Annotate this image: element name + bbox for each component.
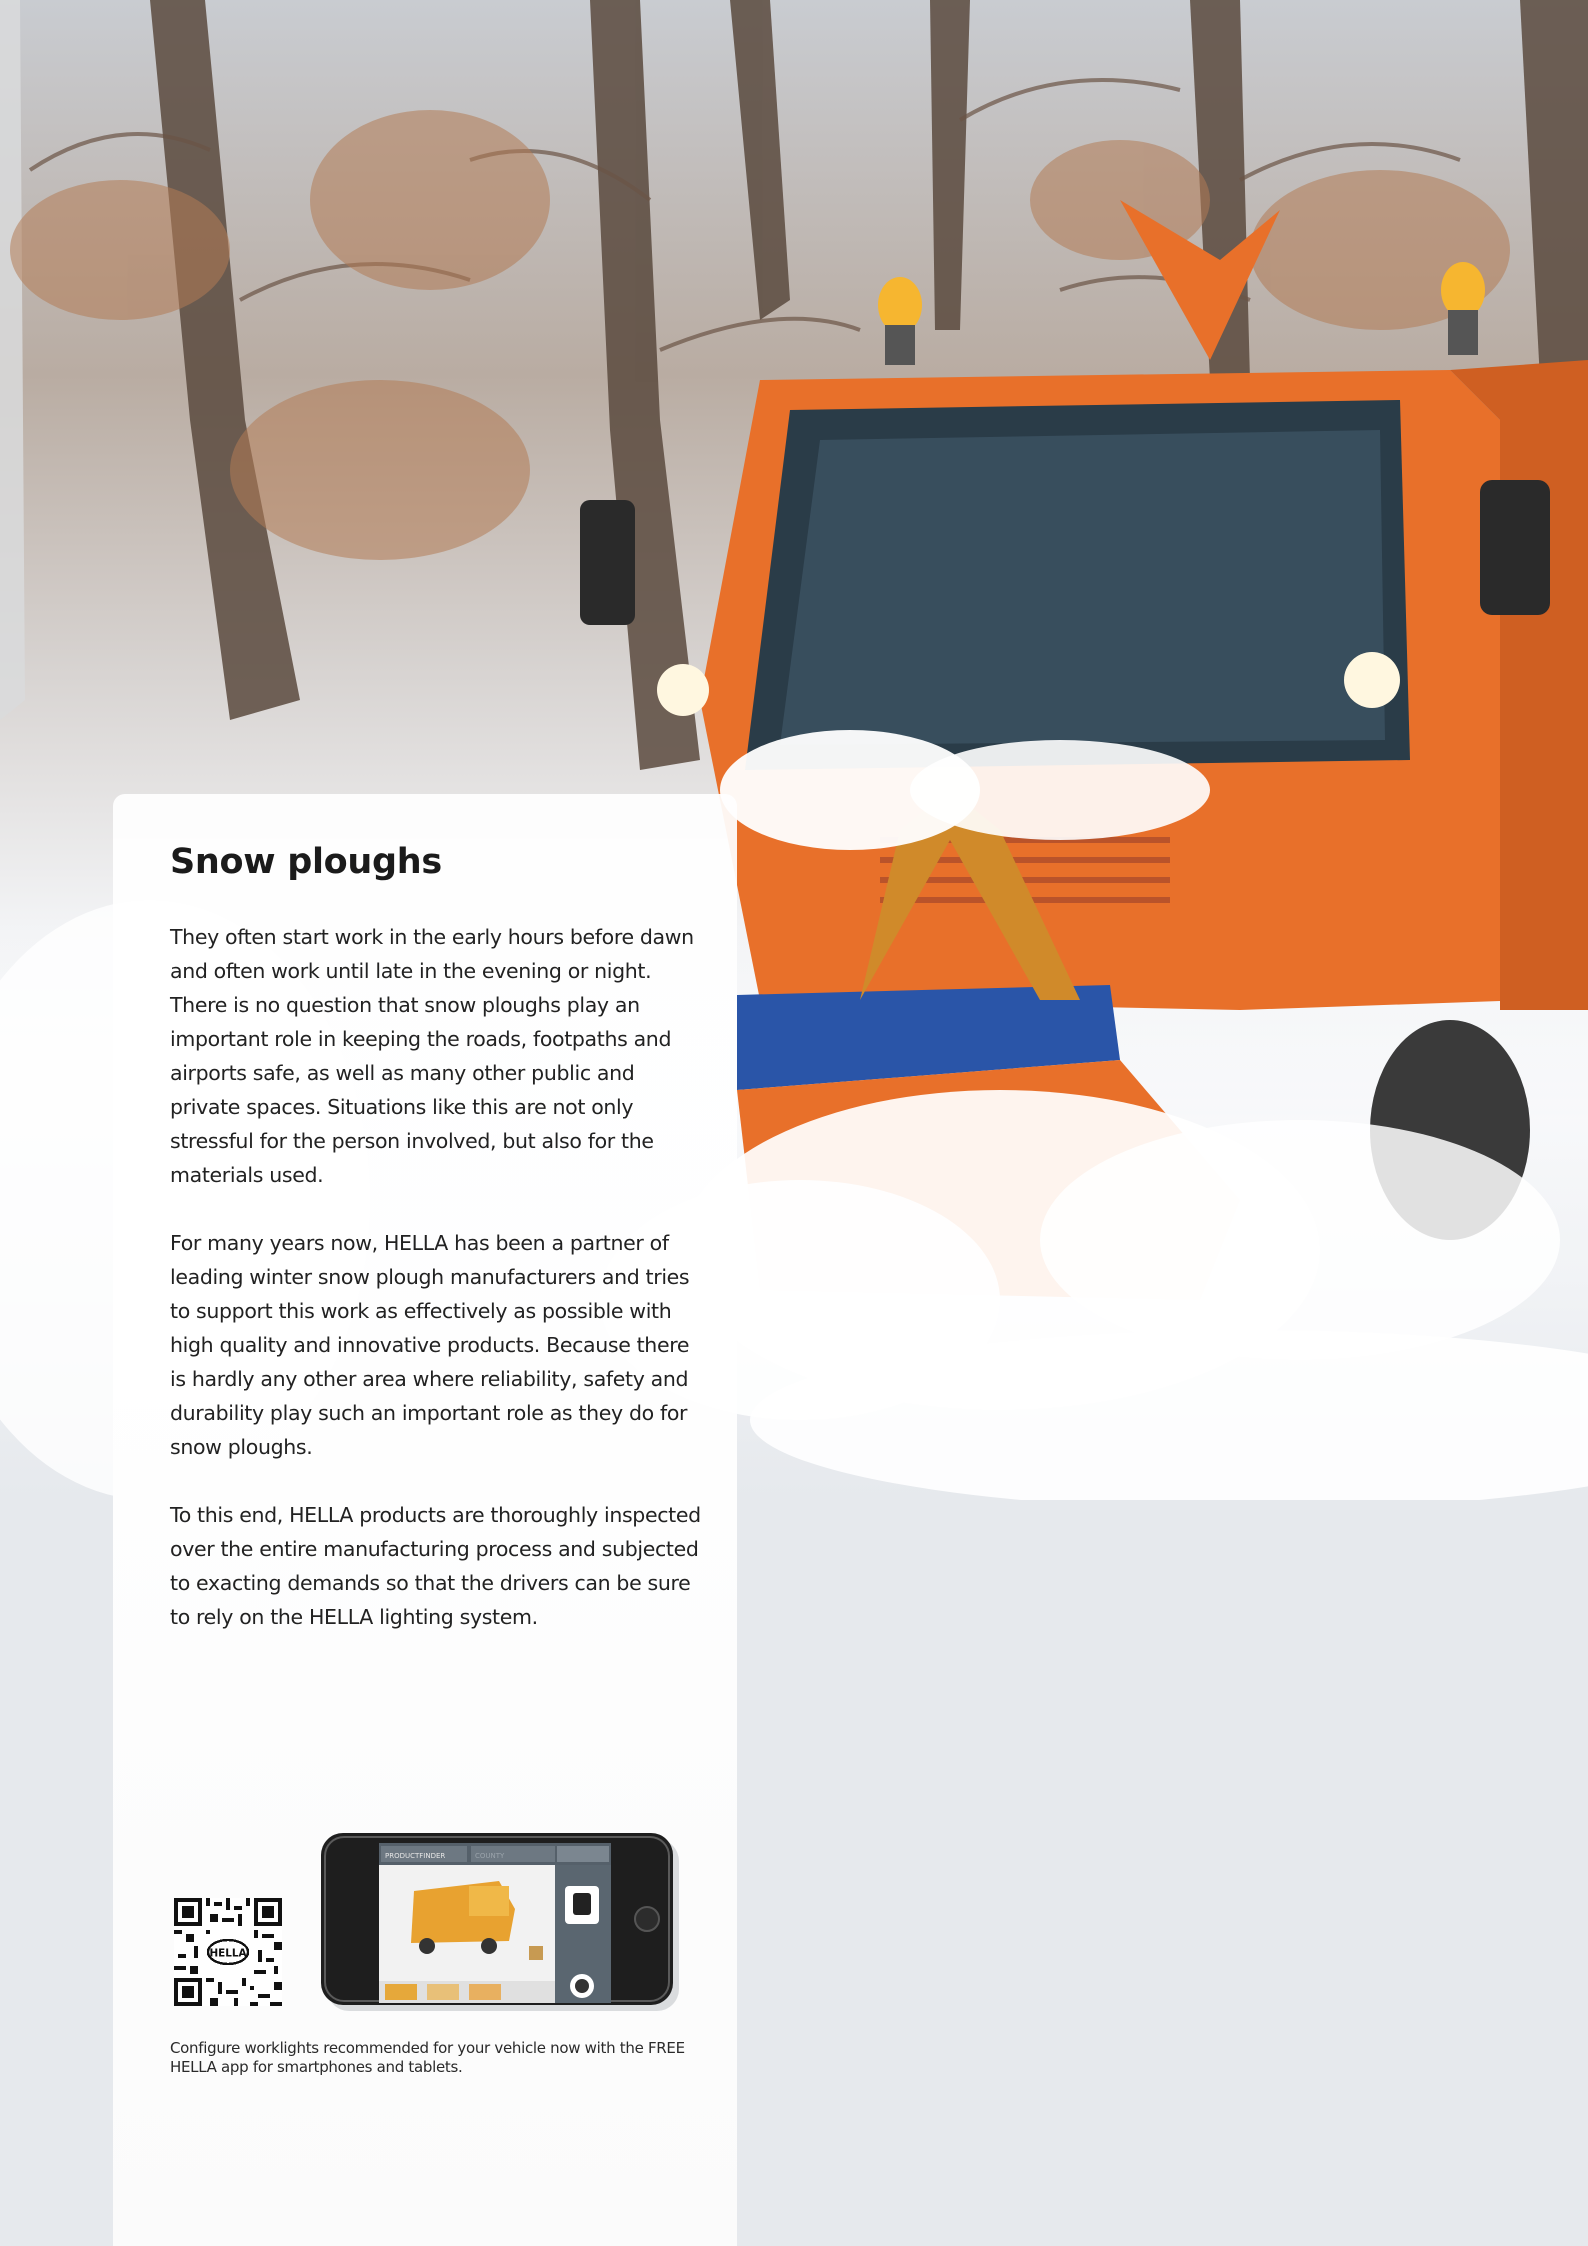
smartphone-app-mockup[interactable]: PRODUCTFINDER COUNTY xyxy=(319,1831,683,2013)
app-promo-caption: Configure worklights recommended for you… xyxy=(170,2039,685,2076)
article-paragraph-1: They often start work in the early hours… xyxy=(170,925,694,1187)
app-dropdown-county: COUNTY xyxy=(475,1852,505,1860)
phone-home-button-icon xyxy=(634,1906,660,1932)
qr-logo-text: HELLA xyxy=(209,1947,246,1959)
article-paragraph-2: For many years now, HELLA has been a par… xyxy=(170,1231,690,1459)
app-screen: PRODUCTFINDER COUNTY xyxy=(379,1843,611,2003)
article-paragraph-3: To this end, HELLA products are thorough… xyxy=(170,1503,701,1629)
qr-code[interactable]: HELLA xyxy=(174,1898,282,2006)
app-dropdown-productfinder: PRODUCTFINDER xyxy=(385,1852,445,1860)
article-panel: Snow ploughs They often start work in th… xyxy=(113,794,737,2246)
article-title: Snow ploughs xyxy=(170,842,442,882)
